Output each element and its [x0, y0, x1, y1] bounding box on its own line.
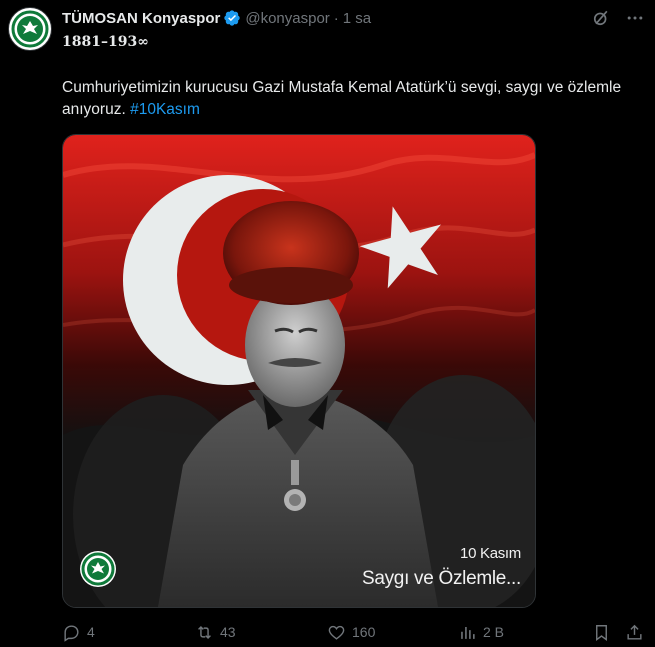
konyaspor-logo: [10, 9, 50, 49]
like-icon: [328, 625, 345, 640]
share-button[interactable]: [625, 623, 644, 642]
bookmark-icon: [596, 624, 607, 641]
views-icon: [461, 626, 475, 639]
reply-count: 4: [87, 624, 95, 640]
avatar[interactable]: [8, 7, 52, 51]
views-button[interactable]: 2 B: [458, 623, 504, 642]
hashtag-link[interactable]: #10Kasım: [130, 101, 200, 118]
like-count: 160: [352, 624, 376, 640]
retweet-count: 43: [220, 624, 236, 640]
bookmark-button[interactable]: [592, 623, 611, 642]
tweet-text: Cumhuriyetimizin kurucusu Gazi Mustafa K…: [62, 77, 637, 121]
tweet-actions: 4 43 160 2 B: [62, 621, 648, 643]
media-caption-date: 10 Kasım: [460, 545, 521, 562]
like-button[interactable]: 160: [327, 623, 375, 642]
views-count: 2 B: [483, 624, 505, 640]
tweet-header: TÜMOSAN Konyaspor @konyaspor · 1 sa: [62, 8, 371, 28]
timestamp[interactable]: 1 sa: [343, 10, 371, 27]
grok-icon[interactable]: [591, 8, 611, 28]
handle[interactable]: @konyaspor: [245, 10, 329, 27]
retweet-button[interactable]: 43: [195, 623, 236, 642]
share-icon: [627, 624, 642, 640]
reply-icon: [64, 624, 79, 642]
bio-line: 1881–193∞: [62, 34, 149, 50]
tweet-top-icons: [591, 8, 645, 28]
separator-dot: ·: [333, 9, 339, 27]
more-icon[interactable]: [625, 8, 645, 28]
reply-button[interactable]: 4: [62, 623, 95, 642]
verified-badge-icon: [224, 10, 241, 26]
media-caption-text: Saygı ve Özlemle...: [361, 568, 521, 589]
display-name[interactable]: TÜMOSAN Konyaspor: [62, 10, 220, 27]
retweet-icon: [198, 625, 211, 639]
ataturk-flag-artwork: [63, 135, 535, 607]
tweet-media-image[interactable]: 10 Kasım Saygı ve Özlemle...: [62, 134, 536, 608]
media-club-logo: [80, 551, 116, 587]
